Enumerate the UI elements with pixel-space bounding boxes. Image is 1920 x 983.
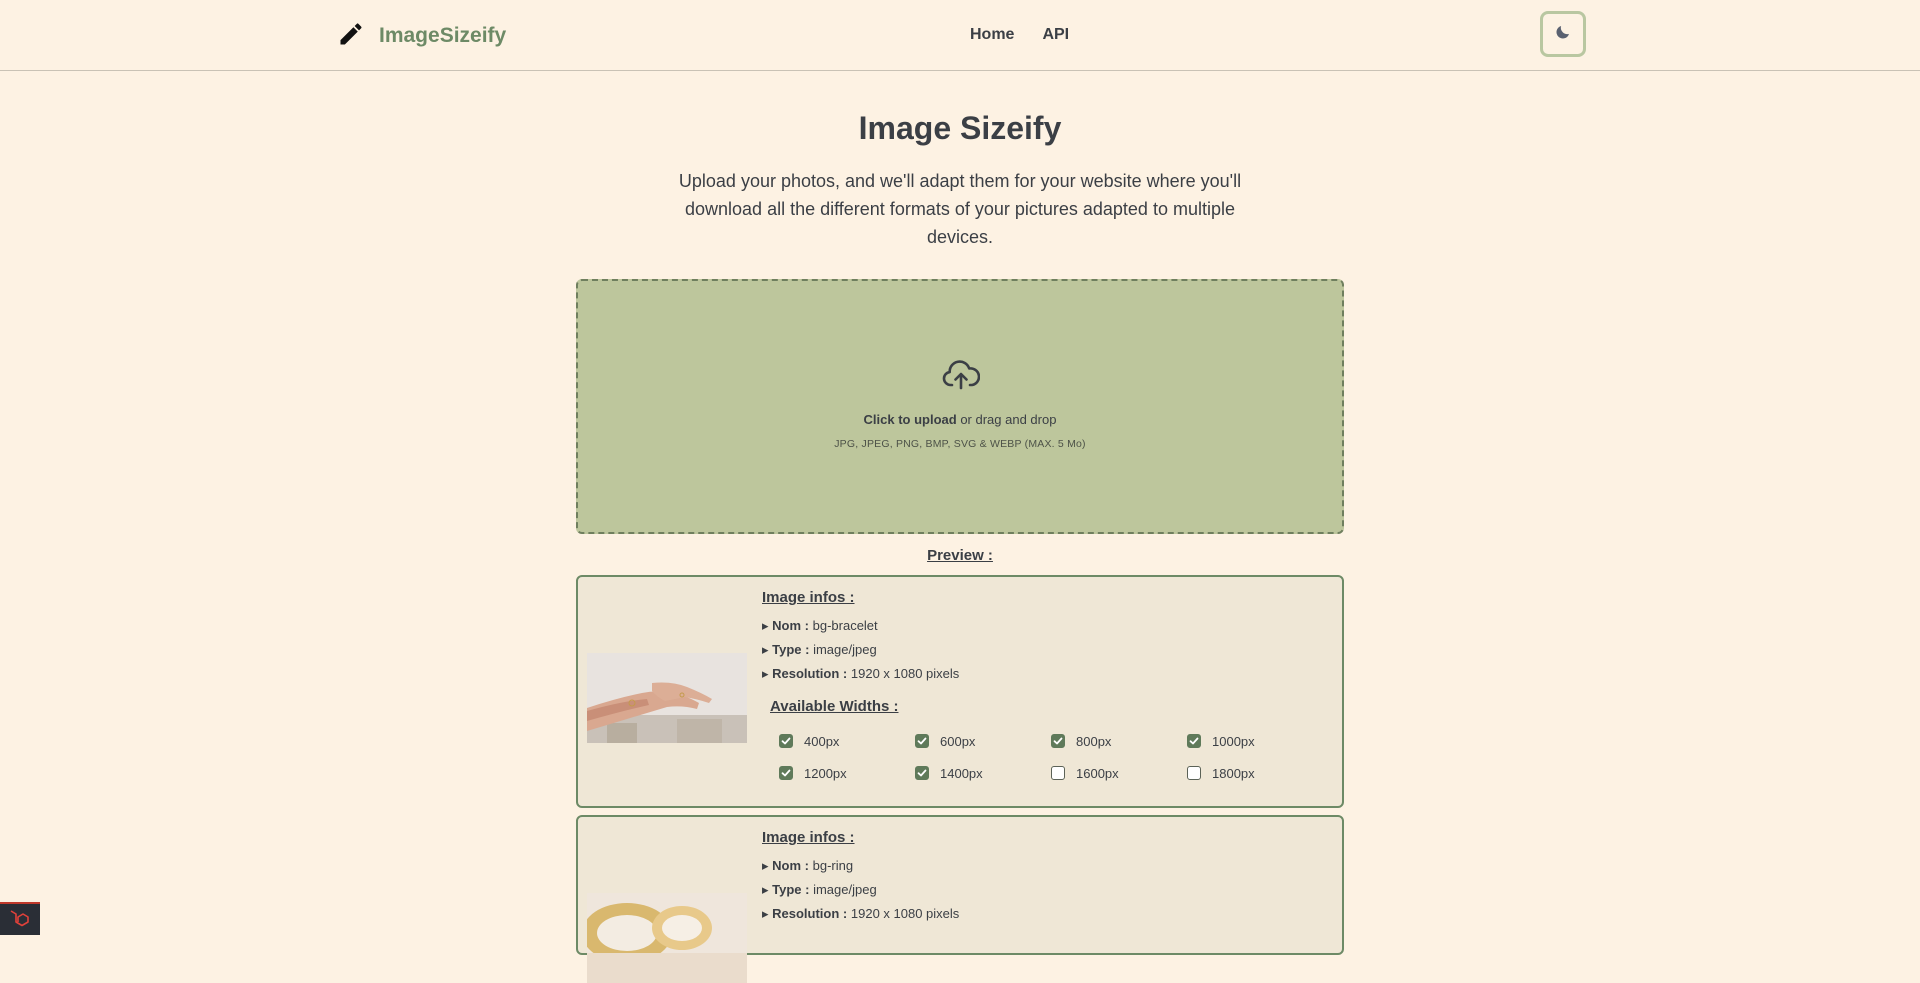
width-checkbox[interactable] bbox=[1187, 734, 1201, 748]
width-option[interactable]: 1200px bbox=[779, 764, 915, 782]
image-info-title: Image infos : bbox=[762, 829, 855, 846]
width-label: 1000px bbox=[1212, 733, 1255, 749]
image-name-label: Nom : bbox=[772, 618, 809, 633]
image-name-row: ▸ Nom : bg-ring bbox=[762, 858, 854, 873]
image-resolution-row: ▸ Resolution : 1920 x 1080 pixels bbox=[762, 906, 960, 921]
page-subtitle: Upload your photos, and we'll adapt them… bbox=[678, 171, 1242, 247]
upload-instructions: Click to upload or drag and drop bbox=[578, 412, 1342, 427]
width-option[interactable]: 1400px bbox=[915, 764, 1051, 782]
width-label: 600px bbox=[940, 733, 976, 749]
width-checkbox[interactable] bbox=[779, 734, 793, 748]
pencil-icon bbox=[337, 20, 365, 52]
page-title: Image Sizeify bbox=[858, 110, 1062, 146]
width-option[interactable]: 400px bbox=[779, 732, 915, 750]
brand-logo[interactable]: ImageSizeify bbox=[337, 20, 506, 52]
image-thumbnail bbox=[587, 653, 747, 743]
width-checkbox[interactable] bbox=[1051, 734, 1065, 748]
image-resolution-value: 1920 x 1080 pixels bbox=[850, 666, 960, 681]
width-checkbox[interactable] bbox=[915, 766, 929, 780]
width-label: 1600px bbox=[1076, 765, 1119, 781]
theme-toggle-button[interactable] bbox=[1540, 11, 1586, 57]
width-option[interactable]: 800px bbox=[1051, 732, 1187, 750]
width-option[interactable]: 1000px bbox=[1187, 732, 1323, 750]
nav-api-link[interactable]: API bbox=[1042, 26, 1069, 44]
width-option[interactable]: 600px bbox=[915, 732, 1051, 750]
image-resolution-label: Resolution : bbox=[772, 666, 848, 681]
width-checkbox[interactable] bbox=[1051, 766, 1065, 780]
width-checkbox[interactable] bbox=[1187, 766, 1201, 780]
preview-label: Preview : bbox=[927, 547, 993, 564]
width-label: 1400px bbox=[940, 765, 983, 781]
width-label: 800px bbox=[1076, 733, 1112, 749]
image-resolution-value: 1920 x 1080 pixels bbox=[850, 906, 960, 921]
image-info-title: Image infos : bbox=[762, 589, 855, 606]
available-widths-title: Available Widths : bbox=[770, 698, 899, 715]
image-preview-card: Image infos : ▸ Nom : bg-bracelet ▸ Type… bbox=[576, 575, 1344, 808]
brand-name: ImageSizeify bbox=[379, 24, 507, 47]
nav-home-link[interactable]: Home bbox=[970, 26, 1014, 44]
width-checkbox[interactable] bbox=[915, 734, 929, 748]
width-label: 1800px bbox=[1212, 765, 1255, 781]
width-checkbox[interactable] bbox=[779, 766, 793, 780]
width-option[interactable]: 1800px bbox=[1187, 764, 1323, 782]
image-info: Image infos : ▸ Nom : bg-bracelet ▸ Type… bbox=[762, 589, 959, 686]
moon-icon bbox=[1554, 23, 1572, 45]
debugbar-toggle[interactable] bbox=[0, 902, 40, 935]
main-nav: Home API bbox=[970, 26, 1069, 44]
image-name-row: ▸ Nom : bg-bracelet bbox=[762, 618, 878, 633]
image-type-row: ▸ Type : image/jpeg bbox=[762, 882, 877, 897]
cloud-upload-icon bbox=[942, 359, 981, 395]
available-widths-grid: 400px 600px 800px 1000px 1200px 1400px 1… bbox=[779, 732, 1323, 782]
upload-cta[interactable]: Click to upload bbox=[864, 412, 957, 427]
laravel-logo-icon bbox=[9, 908, 31, 932]
image-resolution-label: Resolution : bbox=[772, 906, 848, 921]
upload-cta-rest: or drag and drop bbox=[956, 412, 1057, 427]
upload-formats: JPG, JPEG, PNG, BMP, SVG & WEBP (MAX. 5 … bbox=[834, 438, 1086, 450]
upload-dropzone[interactable]: Click to upload or drag and drop JPG, JP… bbox=[576, 279, 1344, 534]
width-option[interactable]: 1600px bbox=[1051, 764, 1187, 782]
image-type-row: ▸ Type : image/jpeg bbox=[762, 642, 877, 657]
image-type-label: Type : bbox=[772, 642, 810, 657]
image-name-value: bg-bracelet bbox=[812, 618, 878, 633]
top-navbar: ImageSizeify Home API bbox=[0, 0, 1920, 71]
image-type-value: image/jpeg bbox=[813, 642, 877, 657]
width-label: 1200px bbox=[804, 765, 847, 781]
image-type-value: image/jpeg bbox=[813, 882, 877, 897]
image-type-label: Type : bbox=[772, 882, 810, 897]
image-name-value: bg-ring bbox=[812, 858, 854, 873]
image-preview-card: Image infos : ▸ Nom : bg-ring ▸ Type : i… bbox=[576, 815, 1344, 983]
image-thumbnail bbox=[587, 893, 747, 983]
image-name-label: Nom : bbox=[772, 858, 809, 873]
image-resolution-row: ▸ Resolution : 1920 x 1080 pixels bbox=[762, 666, 960, 681]
width-label: 400px bbox=[804, 733, 840, 749]
image-info: Image infos : ▸ Nom : bg-ring ▸ Type : i… bbox=[762, 829, 959, 926]
